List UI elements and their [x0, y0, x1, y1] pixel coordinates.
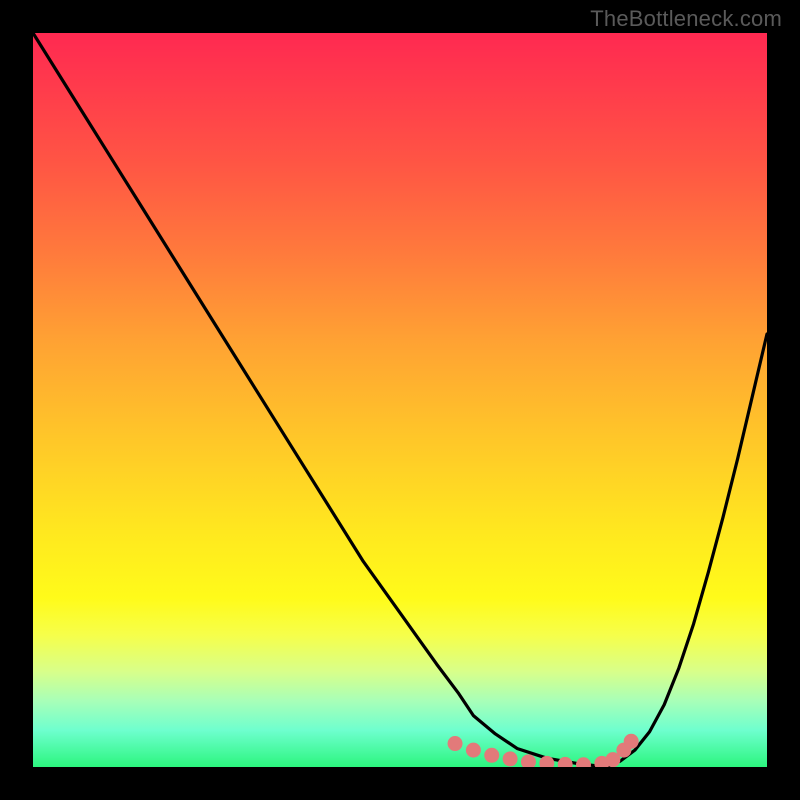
highlight-dot [576, 757, 591, 767]
highlight-dot [484, 748, 499, 763]
curve-line [606, 334, 767, 767]
curve-line [33, 33, 606, 767]
curve-group [33, 33, 767, 767]
highlight-dot [466, 743, 481, 758]
highlight-dot [503, 751, 518, 766]
curve-svg [33, 33, 767, 767]
watermark-text: TheBottleneck.com [590, 6, 782, 32]
highlight-group [448, 734, 639, 767]
highlight-dot [448, 736, 463, 751]
highlight-dot [624, 734, 639, 749]
highlight-dot [558, 757, 573, 767]
highlight-dot [521, 754, 536, 767]
plot-area [33, 33, 767, 767]
chart-container [33, 33, 767, 767]
